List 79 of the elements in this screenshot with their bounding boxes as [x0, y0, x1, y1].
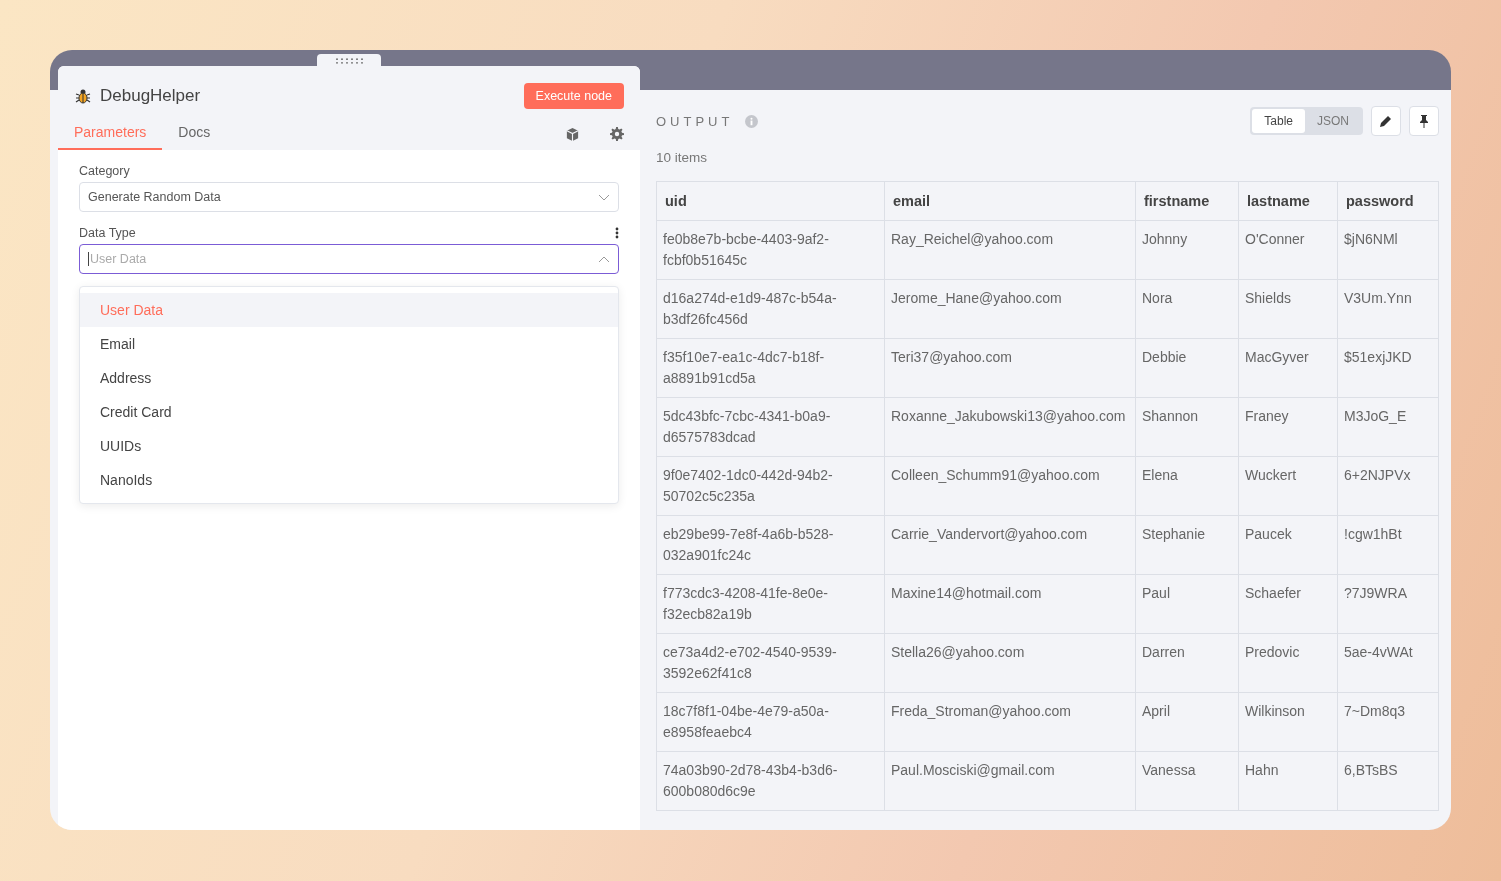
table-cell: Carrie_Vandervort@yahoo.com [884, 515, 1136, 575]
node-title: DebugHelper [100, 86, 201, 106]
column-header: password [1337, 181, 1439, 221]
table-cell: O'Conner [1238, 220, 1338, 280]
table-cell: 18c7f8f1-04be-4e79-a50a-e8958feaebc4 [656, 692, 885, 752]
table-cell: Stephanie [1135, 515, 1239, 575]
table-cell: Paucek [1238, 515, 1338, 575]
table-cell: Hahn [1238, 751, 1338, 811]
table-cell: V3Um.Ynn [1337, 279, 1439, 339]
table-cell: Johnny [1135, 220, 1239, 280]
table-cell: Elena [1135, 456, 1239, 516]
table-cell: Roxanne_Jakubowski13@yahoo.com [884, 397, 1136, 457]
dropdown-option[interactable]: Email [80, 327, 618, 361]
field-label: Category [79, 164, 130, 178]
table-cell: Ray_Reichel@yahoo.com [884, 220, 1136, 280]
table-cell: d16a274d-e1d9-487c-b54a-b3df26fc456d [656, 279, 885, 339]
table-cell: 6,BTsBS [1337, 751, 1439, 811]
edit-button[interactable] [1371, 106, 1401, 136]
table-cell: Maxine14@hotmail.com [884, 574, 1136, 634]
table-cell: Paul.Mosciski@gmail.com [884, 751, 1136, 811]
chevron-up-icon [598, 255, 610, 263]
column-header: firstname [1135, 181, 1239, 221]
table-cell: f35f10e7-ea1c-4dc7-b18f-a8891b91cd5a [656, 338, 885, 398]
table-cell: Jerome_Hane@yahoo.com [884, 279, 1136, 339]
more-icon[interactable] [615, 227, 619, 239]
settings-icon[interactable] [610, 127, 624, 141]
drag-handle[interactable] [317, 54, 381, 68]
table-cell: MacGyver [1238, 338, 1338, 398]
table-cell: Colleen_Schumm91@yahoo.com [884, 456, 1136, 516]
table-cell: Shields [1238, 279, 1338, 339]
column-header: uid [656, 181, 885, 221]
table-cell: Teri37@yahoo.com [884, 338, 1136, 398]
item-count: 10 items [656, 150, 709, 165]
table-cell: Wilkinson [1238, 692, 1338, 752]
pin-icon [1418, 114, 1430, 128]
table-cell: Predovic [1238, 633, 1338, 693]
output-title: OUTPUT [656, 113, 734, 129]
table-cell: Franey [1238, 397, 1338, 457]
view-button[interactable]: Table [1252, 109, 1305, 133]
table-cell: Paul [1135, 574, 1239, 634]
table-cell: M3JoG_E [1337, 397, 1439, 457]
table-cell: Stella26@yahoo.com [884, 633, 1136, 693]
field-label: Data Type [79, 226, 136, 240]
pin-button[interactable] [1409, 106, 1439, 136]
dropdown-option[interactable]: Address [80, 361, 618, 395]
table-cell: $51exjJKD [1337, 338, 1439, 398]
table-cell: ?7J9WRA [1337, 574, 1439, 634]
table-cell: Vanessa [1135, 751, 1239, 811]
table-cell: 9f0e7402-1dc0-442d-94b2-50702c5c235a [656, 456, 885, 516]
table-cell: 5ae-4vWAt [1337, 633, 1439, 693]
bug-icon [74, 87, 92, 105]
column-header: lastname [1238, 181, 1338, 221]
table-cell: Darren [1135, 633, 1239, 693]
dropdown-option[interactable]: Credit Card [80, 395, 618, 429]
tab[interactable]: Docs [162, 118, 227, 150]
chevron-down-icon [598, 193, 610, 201]
table-cell: fe0b8e7b-bcbe-4403-9af2-fcbf0b51645c [656, 220, 885, 280]
table-cell: f773cdc3-4208-41fe-8e0e-f32ecb82a19b [656, 574, 885, 634]
column-header: email [884, 181, 1136, 221]
table-cell: Debbie [1135, 338, 1239, 398]
table-cell: $jN6NMl [1337, 220, 1439, 280]
table-cell: Shannon [1135, 397, 1239, 457]
table-cell: 74a03b90-2d78-43b4-b3d6-600b080d6c9e [656, 751, 885, 811]
dropdown-option[interactable]: NanoIds [80, 463, 618, 497]
table-cell: Schaefer [1238, 574, 1338, 634]
select-field[interactable]: Generate Random Data [79, 182, 619, 212]
table-cell: 7~Dm8q3 [1337, 692, 1439, 752]
table-cell: ce73a4d2-e702-4540-9539-3592e62f41c8 [656, 633, 885, 693]
table-cell: Freda_Stroman@yahoo.com [884, 692, 1136, 752]
table-cell: Wuckert [1238, 456, 1338, 516]
dropdown-option[interactable]: UUIDs [80, 429, 618, 463]
cube-icon[interactable] [565, 126, 580, 142]
table-cell: 5dc43bfc-7cbc-4341-b0a9-d6575783dcad [656, 397, 885, 457]
table-cell: April [1135, 692, 1239, 752]
table-cell: eb29be99-7e8f-4a6b-b528-032a901fc24c [656, 515, 885, 575]
table-cell: !cgw1hBt [1337, 515, 1439, 575]
table-cell: Nora [1135, 279, 1239, 339]
pencil-icon [1379, 114, 1393, 128]
table-cell: 6+2NJPVx [1337, 456, 1439, 516]
